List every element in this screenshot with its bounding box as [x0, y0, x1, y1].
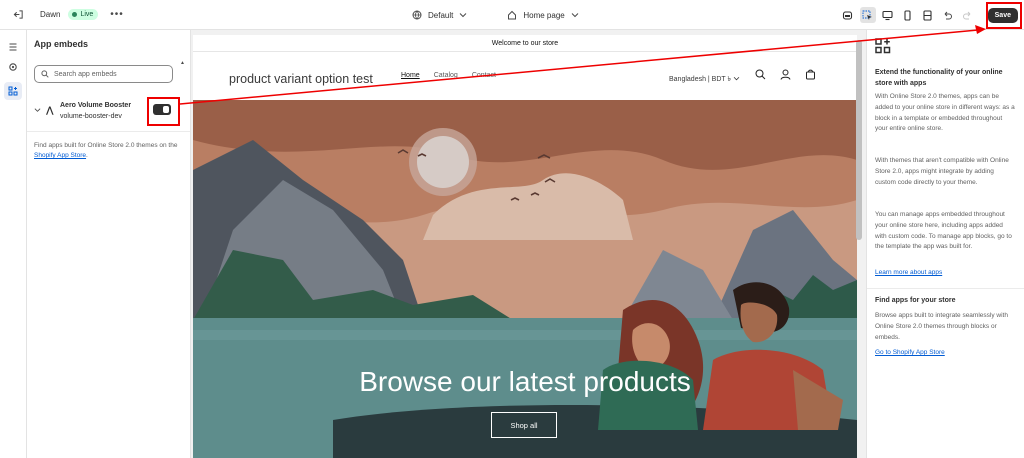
search-input[interactable]: Search app embeds: [34, 65, 173, 83]
undo-icon[interactable]: [940, 7, 956, 23]
find-apps-heading: Find apps for your store: [875, 297, 956, 304]
theme-name: Dawn: [40, 10, 61, 19]
find-apps-description: Find apps built for Online Store 2.0 the…: [34, 142, 178, 149]
chevron-down-icon[interactable]: [34, 107, 41, 113]
learn-more-link[interactable]: Learn more about apps: [875, 268, 1015, 279]
hero-banner: Browse our latest products Shop all: [193, 100, 857, 458]
full-width-icon[interactable]: [920, 7, 936, 23]
app-embed-name: Aero Volume Booster: [60, 102, 132, 109]
panel-divider: [27, 131, 190, 132]
store-header: product variant option test Home Catalog…: [193, 52, 857, 100]
app-logo-icon: ⋀: [46, 105, 54, 115]
chevron-down-icon: [571, 13, 579, 18]
exit-icon[interactable]: [8, 5, 28, 25]
select-tool-icon[interactable]: [859, 7, 876, 23]
currency-selector[interactable]: Bangladesh | BDT ৳: [669, 73, 740, 85]
desktop-view-icon[interactable]: [880, 7, 896, 23]
live-label: Live: [80, 11, 94, 18]
info-paragraph-1: With Online Store 2.0 themes, apps can b…: [875, 93, 1015, 133]
app-embeds-icon: [875, 38, 891, 54]
template-select-label: Default: [428, 10, 454, 20]
shopify-app-store-link[interactable]: Shopify App Store: [34, 152, 86, 159]
announcement-bar: Welcome to our store: [193, 35, 857, 52]
store-nav: Home Catalog Contact: [401, 72, 496, 79]
info-panel: Extend the functionality of your online …: [866, 30, 1024, 458]
hero-title: Browse our latest products: [359, 366, 691, 397]
search-icon[interactable]: [755, 69, 766, 80]
page-selector[interactable]: Home page: [507, 10, 579, 20]
home-icon: [508, 10, 517, 20]
find-apps-suffix: .: [86, 152, 88, 159]
page-select-label: Home page: [523, 10, 565, 20]
nav-link-contact[interactable]: Contact: [472, 72, 496, 79]
currency-label: Bangladesh | BDT ৳: [669, 76, 731, 83]
info-divider: [867, 288, 1024, 289]
toggle-knob: [163, 106, 169, 113]
globe-icon: [412, 10, 422, 20]
store-title[interactable]: product variant option test: [229, 72, 373, 86]
inspector-icon[interactable]: [840, 7, 856, 23]
top-bar: Dawn Live ••• Default Home page Save: [0, 0, 1024, 30]
shop-all-button[interactable]: Shop all: [491, 412, 557, 438]
account-icon[interactable]: [780, 69, 791, 80]
find-apps-text: Find apps built for Online Store 2.0 the…: [34, 141, 184, 161]
panel-title: App embeds: [34, 39, 89, 49]
cart-icon[interactable]: [805, 69, 816, 80]
info-paragraph-2: With themes that aren't compatible with …: [875, 157, 1009, 186]
redo-icon[interactable]: [960, 7, 976, 23]
template-selector[interactable]: Default: [412, 10, 467, 20]
info-paragraph-4: Browse apps built to integrate seamlessl…: [875, 312, 1008, 341]
info-paragraph-3: You can manage apps embedded throughout …: [875, 211, 1012, 251]
sections-icon[interactable]: [4, 38, 22, 56]
save-highlight-box: [986, 2, 1022, 29]
chevron-down-icon: [460, 13, 467, 18]
app-embeds-panel: App embeds ▲ Search app embeds ⋀ Aero Vo…: [27, 30, 191, 458]
search-icon: [41, 70, 49, 78]
live-dot-icon: [72, 12, 78, 17]
search-placeholder: Search app embeds: [54, 70, 117, 78]
theme-editor: Dawn Live ••• Default Home page Save App…: [0, 0, 1024, 458]
info-heading: Extend the functionality of your online …: [875, 69, 1003, 87]
app-embeds-icon[interactable]: [4, 82, 22, 100]
hero-illustration: [193, 100, 857, 458]
live-badge: Live: [68, 9, 99, 20]
theme-settings-icon[interactable]: [4, 58, 22, 76]
store-preview: Welcome to our store product variant opt…: [193, 35, 857, 458]
mobile-view-icon[interactable]: [900, 7, 916, 23]
app-embed-toggle[interactable]: [153, 104, 171, 115]
app-store-link[interactable]: Go to Shopify App Store: [875, 348, 1015, 359]
chevron-down-icon: [733, 76, 740, 81]
nav-link-home[interactable]: Home: [401, 72, 420, 79]
left-rail: [0, 30, 27, 458]
preview-scrollbar[interactable]: [856, 40, 862, 240]
scroll-up-icon[interactable]: ▲: [180, 60, 185, 66]
app-embed-handle: volume-booster-dev: [60, 113, 122, 120]
more-actions-icon[interactable]: •••: [110, 9, 124, 20]
header-icons: [755, 69, 816, 80]
nav-link-catalog[interactable]: Catalog: [434, 72, 458, 79]
